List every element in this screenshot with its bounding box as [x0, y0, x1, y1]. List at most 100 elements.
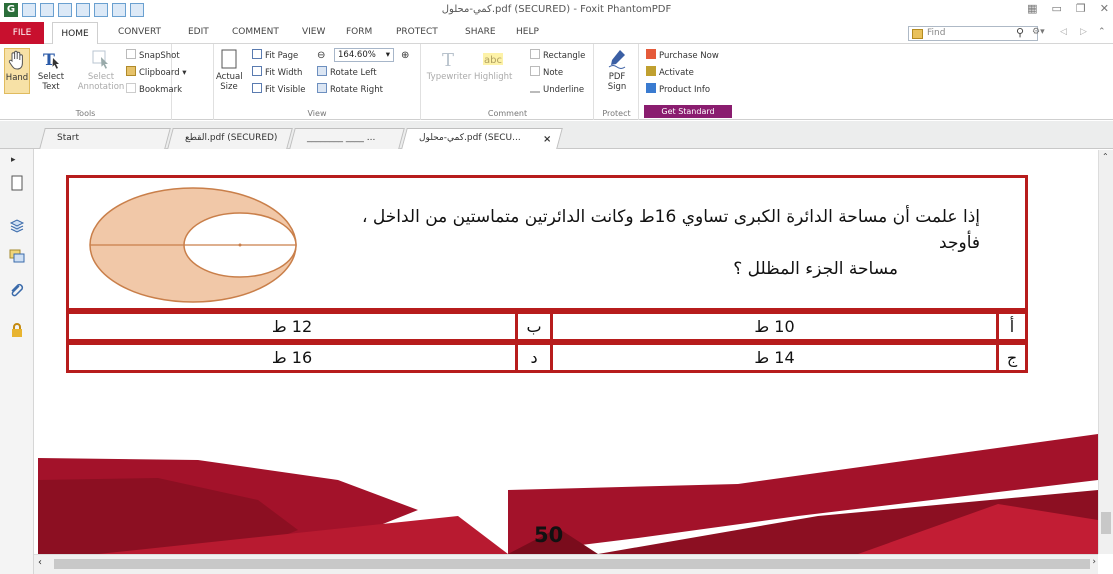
horizontal-scroll-thumb[interactable]: [54, 559, 1090, 569]
document-page[interactable]: إذا علمت أن مساحة الدائرة الكبرى تساوي 1…: [38, 150, 1098, 554]
menu-help[interactable]: HELP: [516, 27, 539, 37]
rotate-right-button[interactable]: Rotate Right: [317, 83, 383, 96]
tab-active-document[interactable]: كمي-محلول.pdf (SECU...: [401, 128, 563, 149]
comment-group: T Typewriter abc Highlight Rectangle Not…: [422, 44, 594, 120]
menu-form[interactable]: FORM: [346, 27, 372, 37]
find-next-icon[interactable]: ▷: [1080, 27, 1087, 37]
snapshot-label: SnapShot: [139, 51, 180, 61]
menu-bar: FILE HOME CONVERT EDIT COMMENT VIEW FORM…: [0, 22, 1113, 45]
answer-row-2: 16 ط د 14 ط ج: [66, 342, 1028, 373]
zoom-out-icon[interactable]: ⊖: [317, 49, 325, 62]
window-title: كمي-محلول.pdf (SECURED) - Foxit PhantomP…: [441, 4, 672, 15]
bookmark-icon: [126, 83, 136, 93]
rotate-left-button[interactable]: Rotate Left: [317, 66, 377, 79]
menu-share[interactable]: SHARE: [465, 27, 496, 37]
minimize-button[interactable]: ▭: [1052, 2, 1062, 15]
page-thumbnails-icon[interactable]: [9, 175, 25, 191]
product-info-button[interactable]: Product Info: [646, 83, 710, 96]
select-annotation-button[interactable]: Select Annotation: [76, 48, 126, 92]
menu-edit[interactable]: EDIT: [188, 27, 209, 37]
view-group-label: View: [307, 109, 327, 118]
layers-icon[interactable]: [9, 217, 25, 233]
note-icon: [530, 66, 540, 76]
snapshot-button[interactable]: SnapShot: [126, 49, 180, 62]
menu-view[interactable]: VIEW: [302, 27, 325, 37]
attachment-icon[interactable]: [9, 283, 25, 299]
actual-size-icon: [221, 49, 237, 69]
security-lock-icon[interactable]: [9, 322, 25, 338]
horizontal-scrollbar[interactable]: ‹ ›: [34, 554, 1098, 574]
actual-size-button[interactable]: Actual Size: [216, 48, 243, 92]
purchase-now-button[interactable]: Purchase Now: [646, 49, 719, 62]
comments-panel-icon[interactable]: [9, 248, 25, 264]
question-text: إذا علمت أن مساحة الدائرة الكبرى تساوي 1…: [334, 204, 980, 282]
activate-button[interactable]: Activate: [646, 66, 694, 79]
answer-c-value: 14 ط: [550, 345, 996, 370]
scroll-up-icon[interactable]: ⌃: [1102, 152, 1109, 161]
protect-group-label: Protect: [602, 109, 631, 118]
pen-sign-icon: [608, 50, 626, 69]
tab-file-3-label: ________ ____ ...: [307, 133, 376, 143]
cart-icon: [646, 49, 656, 59]
page-number: 50: [534, 523, 564, 547]
fit-visible-icon: [252, 83, 262, 93]
hand-icon: [8, 50, 23, 70]
expand-panel-icon[interactable]: ▸: [11, 155, 16, 165]
key-icon: [646, 66, 656, 76]
rectangle-icon: [530, 49, 540, 59]
tools-group-label: Tools: [75, 109, 96, 118]
fit-page-icon: [252, 49, 262, 59]
answer-b-letter: ب: [515, 314, 550, 339]
close-tab-icon[interactable]: ×: [543, 134, 551, 145]
tools-group: Hand T Select Text Select Annotation Sna…: [0, 44, 187, 120]
get-standard-label: Get Standard: [644, 105, 732, 118]
question-line-1: إذا علمت أن مساحة الدائرة الكبرى تساوي 1…: [362, 207, 980, 253]
tab-active-label: كمي-محلول.pdf (SECU...: [419, 133, 521, 143]
tab-start[interactable]: Start: [39, 128, 171, 149]
menu-home[interactable]: HOME: [52, 22, 98, 45]
search-icon[interactable]: ⚲: [1016, 26, 1024, 39]
menu-comment[interactable]: COMMENT: [232, 27, 279, 37]
highlight-label: Highlight: [474, 72, 513, 82]
fit-visible-label: Fit Visible: [265, 85, 306, 95]
select-text-button[interactable]: T Select Text: [36, 48, 66, 92]
hand-button[interactable]: Hand: [4, 48, 30, 94]
highlight-button[interactable]: abc Highlight: [474, 48, 512, 82]
zoom-value: 164.60%: [338, 50, 376, 60]
bookmark-button[interactable]: Bookmark: [126, 83, 182, 96]
fit-page-button[interactable]: Fit Page: [252, 49, 298, 62]
pdf-sign-button[interactable]: PDF Sign: [601, 48, 633, 92]
tab-file-2[interactable]: القطع.pdf (SECURED): [167, 128, 293, 149]
zoom-select[interactable]: 164.60% ▾: [334, 48, 394, 62]
clipboard-icon: [126, 66, 136, 76]
rectangle-button[interactable]: Rectangle: [530, 49, 585, 62]
menu-protect[interactable]: PROTECT: [396, 27, 438, 37]
underline-icon: [530, 83, 540, 93]
note-button[interactable]: Note: [530, 66, 563, 79]
fit-width-button[interactable]: Fit Width: [252, 66, 302, 79]
tab-file-3[interactable]: ________ ____ ...: [289, 128, 405, 149]
zoom-in-icon[interactable]: ⊕: [401, 49, 409, 62]
select-text-label-2: Text: [42, 82, 60, 92]
scroll-right-icon[interactable]: ›: [1092, 557, 1096, 567]
find-options-icon[interactable]: ⚙▾: [1032, 27, 1045, 37]
typewriter-button[interactable]: T Typewriter: [426, 48, 472, 82]
find-prev-icon[interactable]: ◁: [1060, 27, 1067, 37]
clipboard-button[interactable]: Clipboard ▾: [126, 66, 187, 79]
bookmark-label: Bookmark: [139, 85, 183, 95]
fit-visible-button[interactable]: Fit Visible: [252, 83, 305, 96]
scroll-left-icon[interactable]: ‹: [38, 557, 42, 568]
rectangle-label: Rectangle: [543, 51, 586, 61]
answer-b-value: 12 ط: [271, 317, 313, 336]
layout-icon[interactable]: ▦: [1027, 2, 1037, 15]
underline-button[interactable]: Underline: [530, 83, 584, 96]
vertical-scrollbar[interactable]: ⌃: [1098, 150, 1113, 554]
restore-button[interactable]: ❐: [1076, 2, 1086, 15]
menu-convert[interactable]: CONVERT: [118, 27, 161, 37]
close-button[interactable]: ✕: [1100, 2, 1109, 15]
vertical-scroll-thumb[interactable]: [1101, 512, 1111, 534]
rotate-left-label: Rotate Left: [330, 68, 377, 78]
product-info-label: Product Info: [659, 85, 711, 95]
collapse-ribbon-icon[interactable]: ⌃: [1098, 27, 1106, 37]
menu-file[interactable]: FILE: [0, 22, 44, 44]
